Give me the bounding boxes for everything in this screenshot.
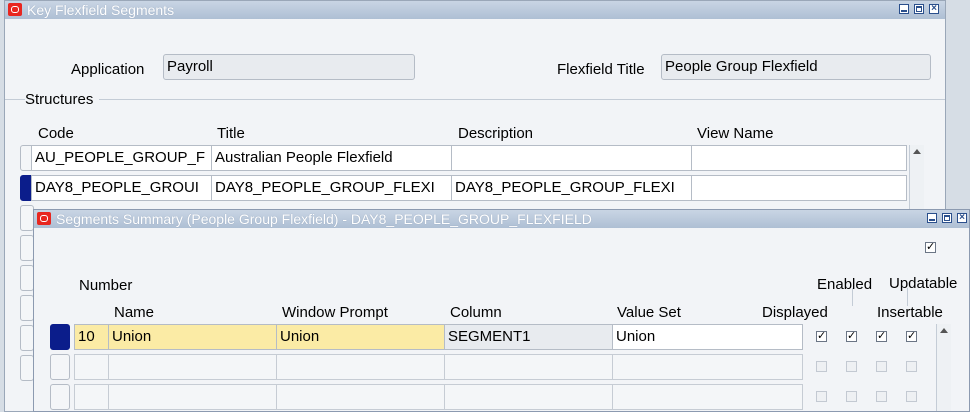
column-header-title: Title	[217, 125, 245, 142]
scroll-up-icon[interactable]	[913, 149, 921, 154]
window-titlebar[interactable]: Key Flexfield Segments ×	[5, 1, 945, 19]
row-selector[interactable]	[20, 325, 34, 351]
oracle-logo-icon	[37, 212, 51, 225]
minimize-icon[interactable]	[899, 4, 909, 14]
value-set-cell[interactable]	[612, 384, 803, 410]
insertable-checkbox[interactable]	[876, 361, 887, 372]
number-cell[interactable]: 10	[74, 324, 109, 350]
view-name-cell[interactable]	[691, 175, 907, 201]
column-cell[interactable]	[444, 384, 613, 410]
structures-divider	[5, 99, 945, 100]
view-name-cell[interactable]	[691, 145, 907, 171]
title-cell[interactable]: DAY8_PEOPLE_GROUP_FLEXI	[211, 175, 452, 201]
column-header-view-name: View Name	[697, 125, 774, 142]
application-field[interactable]: Payroll	[163, 54, 415, 80]
row-selector[interactable]	[20, 355, 34, 381]
window-prompt-cell[interactable]: Union	[276, 324, 445, 350]
column-cell[interactable]	[444, 354, 613, 380]
close-icon[interactable]: ×	[957, 213, 967, 223]
header-divider	[907, 288, 908, 306]
window-prompt-cell[interactable]	[276, 384, 445, 410]
column-header-window-prompt: Window Prompt	[282, 304, 388, 321]
header-divider	[852, 288, 853, 306]
segments-summary-window: Segments Summary (People Group Flexfield…	[33, 209, 970, 412]
window-title: Segments Summary (People Group Flexfield…	[56, 211, 592, 227]
column-header-updatable: Updatable	[889, 275, 958, 292]
title-cell[interactable]: Australian People Flexfield	[211, 145, 452, 171]
displayed-checkbox[interactable]: ✓	[816, 331, 827, 342]
column-header-description: Description	[458, 125, 534, 142]
segments-scrollbar[interactable]	[936, 324, 951, 411]
minimize-icon[interactable]	[927, 213, 937, 223]
window-titlebar[interactable]: Segments Summary (People Group Flexfield…	[34, 210, 969, 228]
name-cell[interactable]	[108, 354, 277, 380]
window-prompt-cell[interactable]	[276, 354, 445, 380]
row-selector[interactable]	[20, 265, 34, 291]
displayed-checkbox[interactable]	[816, 391, 827, 402]
number-cell[interactable]	[74, 384, 109, 410]
enabled-checkbox[interactable]	[846, 391, 857, 402]
displayed-checkbox[interactable]	[816, 361, 827, 372]
updatable-checkbox[interactable]	[906, 361, 917, 372]
column-header-number: Number	[79, 277, 133, 294]
description-cell[interactable]: DAY8_PEOPLE_GROUP_FLEXI	[451, 175, 692, 201]
insertable-checkbox[interactable]: ✓	[876, 331, 887, 342]
code-cell[interactable]: AU_PEOPLE_GROUP_F	[31, 145, 212, 171]
updatable-checkbox[interactable]	[906, 391, 917, 402]
value-set-cell[interactable]	[612, 354, 803, 380]
close-icon[interactable]: ×	[929, 4, 939, 14]
header-checkbox[interactable]: ✓	[925, 242, 936, 253]
enabled-checkbox[interactable]: ✓	[846, 331, 857, 342]
flexfield-title-label: Flexfield Title	[557, 61, 645, 78]
scroll-up-icon[interactable]	[940, 328, 948, 333]
column-header-value-set: Value Set	[617, 304, 681, 321]
column-header-column: Column	[450, 304, 502, 321]
name-cell[interactable]: Union	[108, 324, 277, 350]
code-cell[interactable]: DAY8_PEOPLE_GROUI	[31, 175, 212, 201]
column-cell[interactable]: SEGMENT1	[444, 324, 613, 350]
value-set-cell[interactable]: Union	[612, 324, 803, 350]
updatable-checkbox[interactable]: ✓	[906, 331, 917, 342]
column-header-enabled: Enabled	[817, 276, 873, 293]
column-header-code: Code	[38, 125, 74, 142]
row-selector[interactable]	[20, 295, 34, 321]
insertable-checkbox[interactable]	[876, 391, 887, 402]
column-header-insertable: Insertable	[877, 304, 943, 321]
maximize-icon[interactable]	[942, 213, 952, 223]
row-selector[interactable]	[50, 384, 70, 410]
name-cell[interactable]	[108, 384, 277, 410]
oracle-logo-icon	[8, 3, 22, 16]
maximize-icon[interactable]	[914, 4, 924, 14]
enabled-checkbox[interactable]	[846, 361, 857, 372]
number-cell[interactable]	[74, 354, 109, 380]
row-selector-current[interactable]	[50, 324, 70, 350]
description-cell[interactable]	[451, 145, 692, 171]
row-selector[interactable]	[20, 205, 34, 231]
column-header-name: Name	[114, 304, 155, 321]
column-header-displayed: Displayed	[762, 304, 828, 321]
application-label: Application	[71, 61, 145, 78]
structures-label: Structures	[25, 91, 100, 108]
window-title: Key Flexfield Segments	[27, 2, 175, 18]
row-selector[interactable]	[20, 235, 34, 261]
flexfield-title-field[interactable]: People Group Flexfield	[661, 54, 931, 80]
row-selector[interactable]	[50, 354, 70, 380]
